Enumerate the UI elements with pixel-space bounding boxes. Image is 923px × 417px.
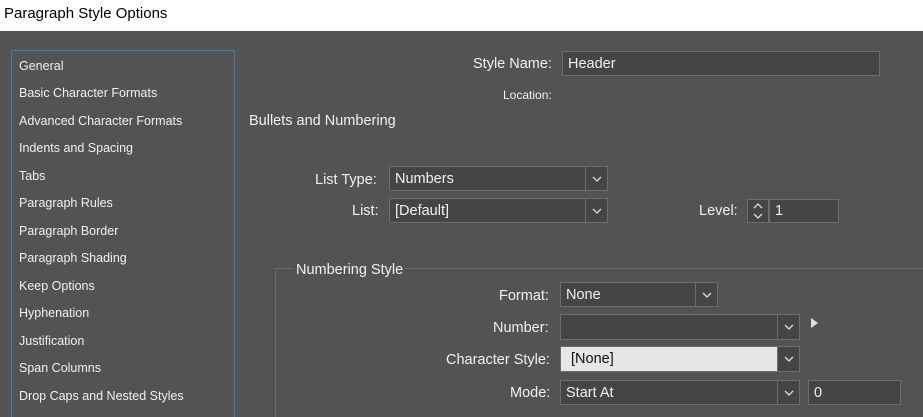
style-name-input[interactable]: Header	[562, 51, 880, 76]
location-label: Location:	[503, 88, 552, 102]
character-style-value: [None]	[571, 351, 614, 367]
list-type-value: Numbers	[395, 171, 454, 187]
sidebar-item-justification[interactable]: Justification	[19, 334, 84, 348]
sidebar-item-keep-options[interactable]: Keep Options	[19, 279, 95, 293]
character-style-label: Character Style:	[446, 352, 550, 368]
sidebar-item-tabs[interactable]: Tabs	[19, 169, 45, 183]
sidebar-item-hyphenation[interactable]: Hyphenation	[19, 306, 89, 320]
list-type-label: List Type:	[315, 172, 377, 188]
start-at-input[interactable]: 0	[808, 380, 901, 405]
section-title: Bullets and Numbering	[249, 113, 396, 129]
style-name-label: Style Name:	[473, 56, 552, 72]
list-dropdown[interactable]: [Default]	[389, 198, 608, 223]
mode-label: Mode:	[510, 385, 551, 401]
character-style-dropdown[interactable]: [None]	[560, 346, 800, 372]
stepper-arrows-icon	[753, 203, 763, 219]
chevron-down-icon	[585, 167, 607, 190]
mode-value: Start At	[566, 385, 614, 401]
list-value: [Default]	[395, 203, 449, 219]
list-label: List:	[352, 203, 379, 219]
sidebar-item-drop-caps-and-nested-styles[interactable]: Drop Caps and Nested Styles	[19, 389, 184, 403]
sidebar-item-general[interactable]: General	[19, 59, 63, 73]
sidebar-item-paragraph-border[interactable]: Paragraph Border	[19, 224, 118, 238]
sidebar-item-basic-character-formats[interactable]: Basic Character Formats	[19, 86, 157, 100]
insert-special-character-icon[interactable]	[810, 317, 820, 329]
category-list[interactable]: General Basic Character Formats Advanced…	[11, 50, 235, 417]
sidebar-item-paragraph-shading[interactable]: Paragraph Shading	[19, 251, 127, 265]
number-label: Number:	[493, 320, 549, 336]
level-stepper[interactable]	[747, 199, 769, 223]
format-label: Format:	[499, 288, 549, 304]
sidebar-item-advanced-character-formats[interactable]: Advanced Character Formats	[19, 114, 182, 128]
level-label: Level:	[699, 203, 738, 219]
sidebar-item-paragraph-rules[interactable]: Paragraph Rules	[19, 196, 113, 210]
sidebar-item-indents-and-spacing[interactable]: Indents and Spacing	[19, 141, 133, 155]
format-dropdown[interactable]: None	[560, 282, 718, 307]
chevron-down-icon	[777, 347, 799, 371]
format-value: None	[566, 287, 601, 303]
sidebar-item-span-columns[interactable]: Span Columns	[19, 361, 101, 375]
number-combo[interactable]	[560, 314, 800, 340]
numbering-style-title: Numbering Style	[294, 262, 406, 278]
chevron-down-icon	[777, 381, 799, 404]
mode-dropdown[interactable]: Start At	[560, 380, 800, 405]
level-input[interactable]: 1	[769, 199, 839, 223]
chevron-down-icon	[695, 283, 717, 306]
chevron-down-icon	[777, 315, 799, 339]
chevron-down-icon	[585, 199, 607, 222]
list-type-dropdown[interactable]: Numbers	[389, 166, 608, 191]
window-title: Paragraph Style Options	[0, 0, 923, 31]
